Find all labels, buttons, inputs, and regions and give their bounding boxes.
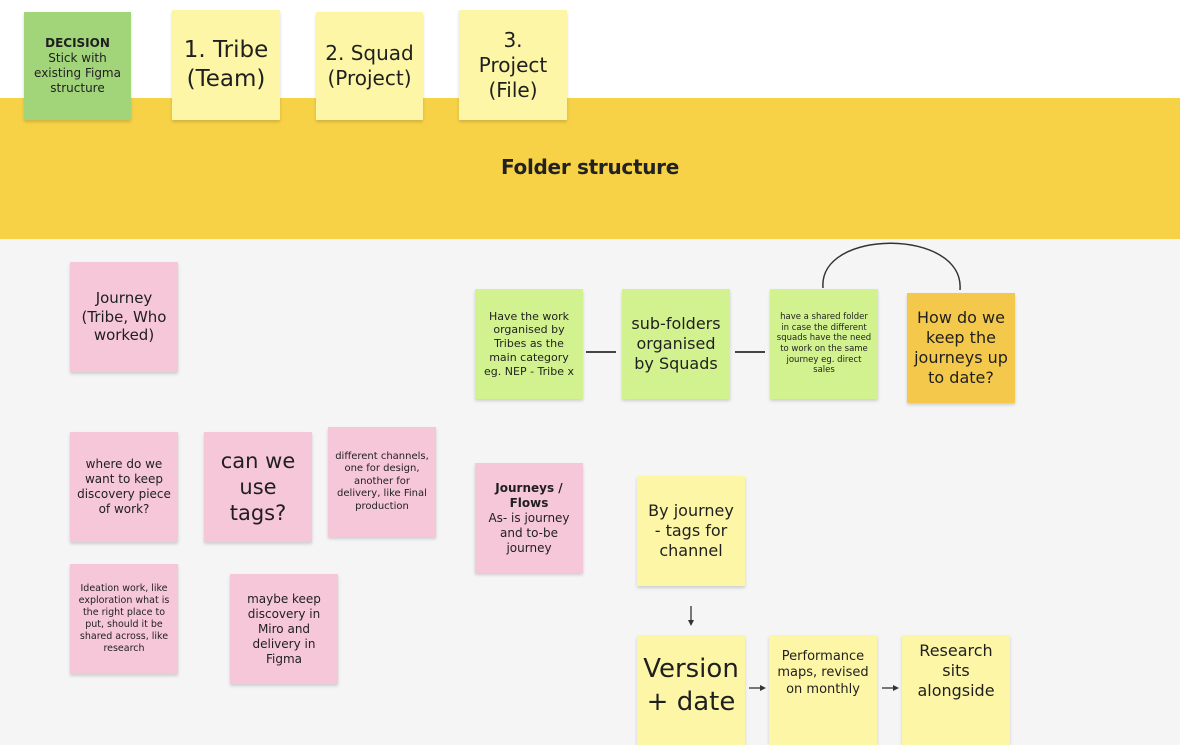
connector-layer <box>688 242 961 691</box>
arrowhead-down <box>688 620 694 626</box>
arrowhead-right-2 <box>893 685 899 691</box>
arrowhead-right-1 <box>760 685 766 691</box>
connector-arc <box>822 242 961 291</box>
